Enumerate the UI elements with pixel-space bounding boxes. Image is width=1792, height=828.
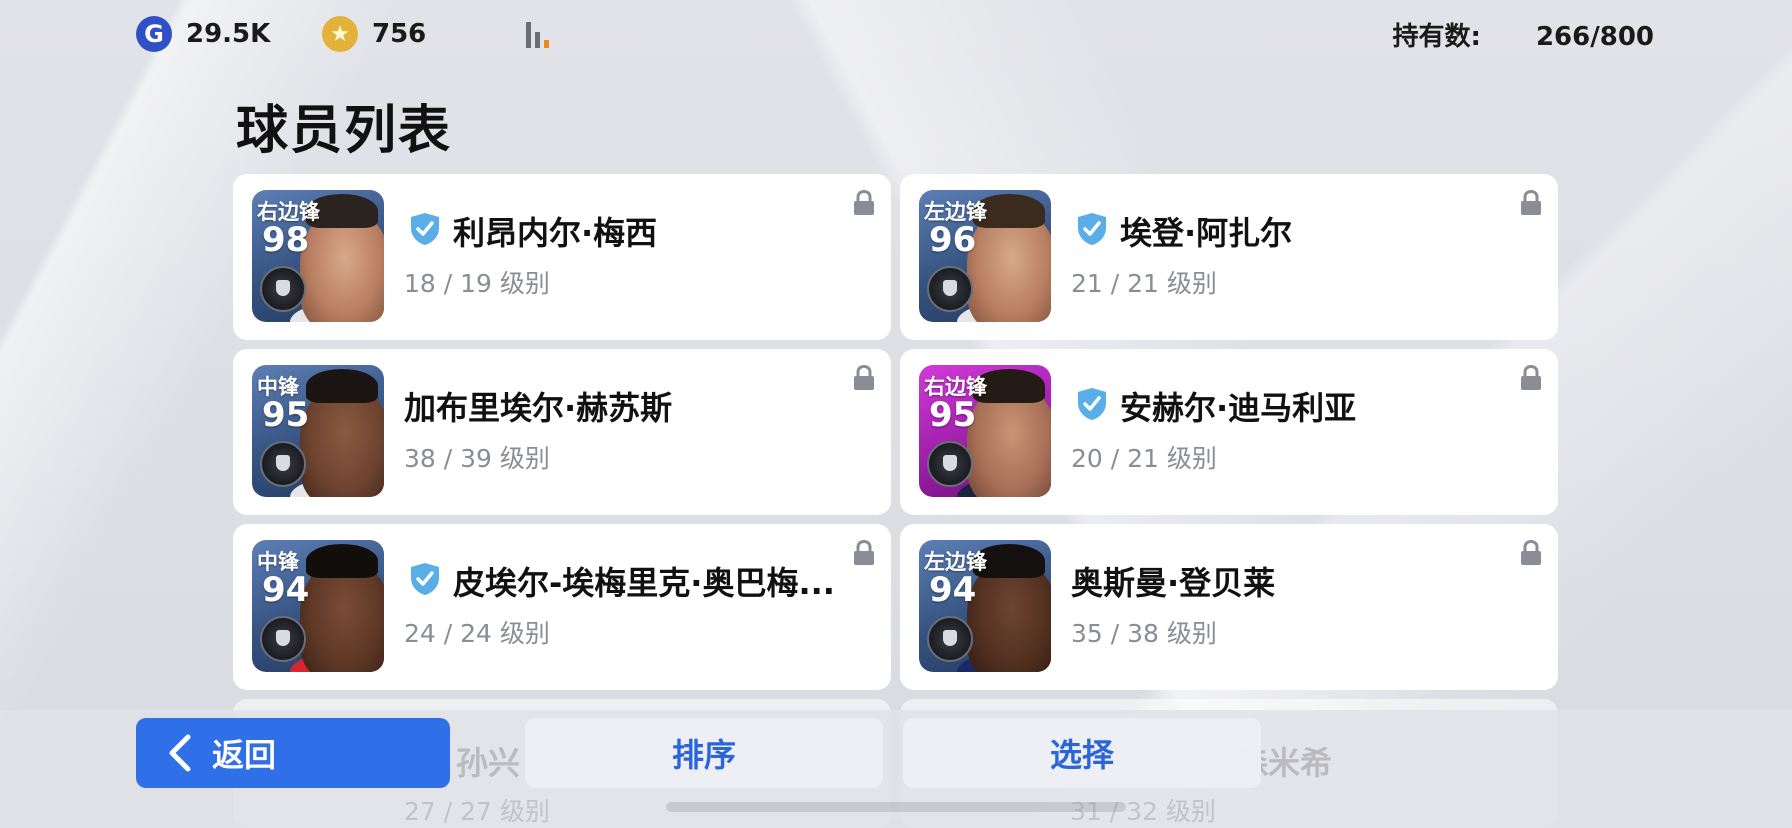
lock-icon[interactable]: [853, 540, 875, 566]
card-badge-icon: [927, 266, 973, 312]
player-card[interactable]: 左边锋 94 奥斯曼·登贝莱 35 / 38 级别: [900, 524, 1558, 690]
verified-shield-icon: [1078, 213, 1106, 245]
card-badge-icon: [260, 266, 306, 312]
player-photo: 左边锋 94: [919, 540, 1051, 672]
player-name: 利昂内尔·梅西: [453, 214, 658, 252]
player-level: 24 / 24 级别: [404, 619, 550, 648]
sort-button-label: 排序: [671, 736, 736, 774]
coin-amount: 756: [372, 19, 427, 49]
partial-player-level: 27 / 27 级别: [404, 797, 550, 826]
star-coin-icon: ★: [322, 16, 358, 52]
scrollbar[interactable]: [666, 802, 1126, 812]
player-photo: 中锋 95: [252, 365, 384, 497]
back-button[interactable]: 返回: [136, 718, 450, 788]
player-card[interactable]: 中锋 94 皮埃尔-埃梅里克·奥巴梅... 24 / 24 级别: [233, 524, 891, 690]
holding-label: 持有数:: [1392, 22, 1481, 52]
holding-value: 266/800: [1535, 22, 1654, 52]
page-title: 球员列表: [236, 101, 453, 161]
player-rating: 94: [262, 570, 310, 610]
player-card[interactable]: 中锋 95 加布里埃尔·赫苏斯 38 / 39 级别: [233, 349, 891, 515]
player-rating: 95: [929, 395, 977, 435]
lock-icon[interactable]: [853, 365, 875, 391]
lock-icon[interactable]: [1520, 540, 1542, 566]
player-name: 埃登·阿扎尔: [1120, 214, 1293, 252]
player-level: 20 / 21 级别: [1071, 444, 1217, 473]
player-rating: 94: [929, 570, 977, 610]
player-level: 21 / 21 级别: [1071, 269, 1217, 298]
card-badge-icon: [927, 616, 973, 662]
card-badge-icon: [260, 441, 306, 487]
player-name: 安赫尔·迪马利亚: [1120, 389, 1357, 427]
player-level: 18 / 19 级别: [404, 269, 550, 298]
player-card[interactable]: 右边锋 95 安赫尔·迪马利亚 20 / 21 级别: [900, 349, 1558, 515]
player-level: 38 / 39 级别: [404, 444, 550, 473]
lock-icon[interactable]: [853, 190, 875, 216]
gp-currency: G 29.5K: [136, 16, 270, 52]
back-button-label: 返回: [212, 736, 277, 774]
player-level: 35 / 38 级别: [1071, 619, 1217, 648]
chevron-left-icon: [169, 734, 191, 772]
player-rating: 95: [262, 395, 310, 435]
lock-icon[interactable]: [1520, 190, 1542, 216]
verified-shield-icon: [1078, 388, 1106, 420]
select-button-label: 选择: [1049, 736, 1114, 774]
player-card[interactable]: 右边锋 98 利昂内尔·梅西 18 / 19 级别: [233, 174, 891, 340]
verified-shield-icon: [411, 213, 439, 245]
top-status-bar: G 29.5K ★ 756 持有数: 266/800: [0, 0, 1792, 66]
verified-shield-icon: [411, 563, 439, 595]
coin-currency: ★ 756: [322, 16, 426, 52]
card-badge-icon: [927, 441, 973, 487]
player-card[interactable]: 左边锋 96 埃登·阿扎尔 21 / 21 级别: [900, 174, 1558, 340]
signal-icon: [526, 20, 556, 48]
lock-icon[interactable]: [1520, 365, 1542, 391]
sort-button[interactable]: 排序: [525, 718, 883, 788]
holding-count: 持有数: 266/800: [1392, 16, 1654, 53]
select-button[interactable]: 选择: [903, 718, 1261, 788]
player-name: 加布里埃尔·赫苏斯: [404, 389, 673, 427]
gp-coin-icon: G: [136, 16, 172, 52]
gp-amount: 29.5K: [186, 19, 271, 49]
card-badge-icon: [260, 616, 306, 662]
player-photo: 左边锋 96: [919, 190, 1051, 322]
player-photo: 中锋 94: [252, 540, 384, 672]
player-name: 皮埃尔-埃梅里克·奥巴梅...: [453, 564, 835, 602]
player-rating: 98: [262, 220, 310, 260]
player-name: 奥斯曼·登贝莱: [1071, 564, 1276, 602]
partial-player-name: 孙兴: [456, 744, 521, 782]
player-rating: 96: [929, 220, 977, 260]
player-photo: 右边锋 98: [252, 190, 384, 322]
player-photo: 右边锋 95: [919, 365, 1051, 497]
